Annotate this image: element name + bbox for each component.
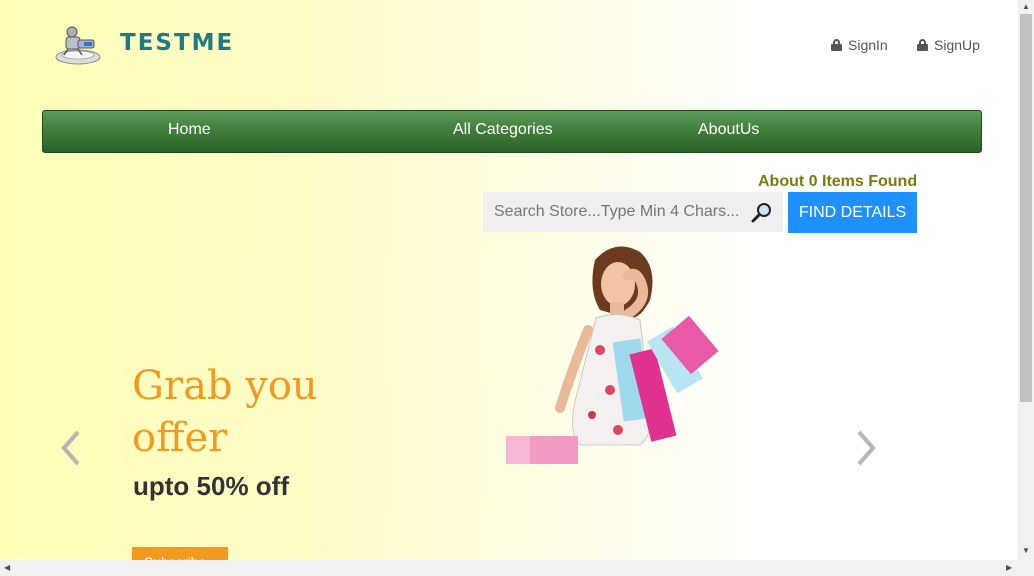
find-details-button[interactable]: FIND DETAILS	[788, 192, 917, 233]
signup-label: SignUp	[934, 37, 980, 53]
signin-link[interactable]: SignIn	[831, 37, 888, 53]
search-input[interactable]	[483, 192, 745, 232]
brand-name[interactable]: TESTME	[120, 30, 234, 56]
scroll-down-icon[interactable]: ▼	[1022, 546, 1030, 555]
main-nav: Home All Categories AboutUs	[42, 110, 982, 153]
signup-link[interactable]: SignUp	[917, 37, 980, 53]
vertical-scrollbar-thumb[interactable]	[1020, 14, 1032, 402]
scroll-up-icon[interactable]: ▲	[1022, 2, 1030, 11]
carousel-button[interactable]: Subscribe	[132, 547, 228, 560]
chevron-right-icon[interactable]	[851, 428, 881, 468]
nav-item-all-categories[interactable]: All Categories	[453, 121, 553, 139]
carousel-subtitle: upto 50% off	[133, 471, 289, 501]
nav-item-home[interactable]: Home	[168, 121, 211, 139]
nav-item-aboutus[interactable]: AboutUs	[698, 121, 759, 139]
items-found-text: About 0 Items Found	[758, 173, 918, 190]
carousel-title: Grab you offer	[132, 363, 318, 461]
lock-icon	[831, 39, 842, 51]
chevron-left-icon[interactable]	[56, 428, 86, 468]
signin-label: SignIn	[848, 37, 888, 53]
shopping-woman-image	[506, 246, 719, 464]
search-icon[interactable]	[750, 201, 774, 225]
scroll-right-icon[interactable]: ▶	[1006, 563, 1012, 572]
scroll-left-icon[interactable]: ◀	[4, 563, 10, 572]
page: TESTME SignIn SignUp Home All Categories…	[0, 0, 1018, 560]
lock-icon	[917, 39, 928, 51]
horizontal-scrollbar[interactable]	[0, 560, 1034, 576]
logo-icon[interactable]	[54, 24, 102, 66]
